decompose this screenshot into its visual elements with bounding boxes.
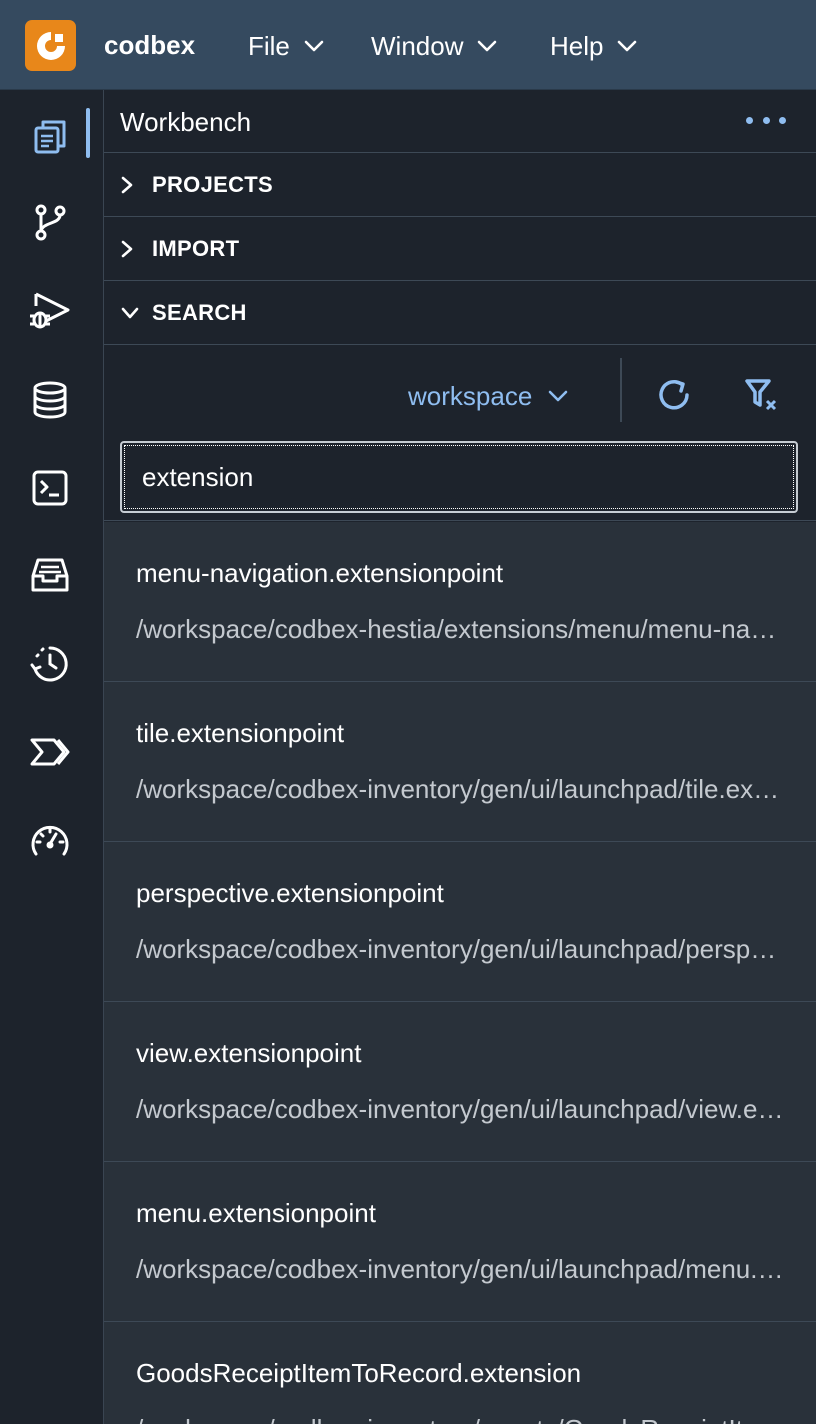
chevron-down-icon — [478, 40, 497, 52]
menu-help[interactable]: Help — [550, 30, 637, 62]
result-name: menu.extensionpoint — [136, 1198, 376, 1228]
refresh-button[interactable] — [651, 372, 697, 418]
result-name: menu-navigation.extensionpoint — [136, 558, 504, 588]
result-path: /workspace/codbex-inventory/gen/ui/launc… — [136, 1094, 784, 1124]
search-result-item[interactable]: view.extensionpoint /workspace/codbex-in… — [104, 1002, 816, 1162]
more-dot-icon — [746, 116, 753, 124]
search-scope-dropdown[interactable]: workspace — [408, 376, 568, 416]
dashboard-button[interactable] — [26, 816, 74, 864]
database-button[interactable] — [26, 376, 74, 424]
workbench-panel: Workbench PROJECTS IMPORT SEARCH workspa… — [104, 90, 816, 1424]
more-dot-icon — [762, 116, 770, 124]
panel-title: Workbench — [120, 107, 252, 137]
codbex-logo[interactable] — [25, 20, 76, 71]
search-results-list: menu-navigation.extensionpoint /workspac… — [104, 522, 816, 1424]
chevron-down-icon — [121, 307, 139, 318]
result-path: /workspace/codbex-inventory/gen/ui/launc… — [136, 1254, 784, 1284]
chevron-down-icon — [618, 40, 637, 52]
database-icon — [33, 381, 67, 419]
result-path: /workspace/codbex-inventory/events/Goods… — [136, 1414, 784, 1424]
menu-window-label: Window — [371, 30, 464, 61]
debug-icon — [30, 292, 70, 329]
history-icon — [30, 646, 68, 682]
section-projects[interactable]: PROJECTS — [104, 153, 816, 217]
result-name: GoodsReceiptItemToRecord.extension — [136, 1358, 582, 1388]
chevron-down-icon — [548, 390, 568, 402]
activity-bar — [0, 90, 104, 1424]
git-branch-icon — [35, 204, 66, 241]
more-dot-icon — [779, 116, 786, 124]
menu-window[interactable]: Window — [371, 30, 497, 62]
toolbar-divider — [620, 358, 622, 422]
dashboard-gauge-icon — [31, 825, 69, 856]
section-search[interactable]: SEARCH — [104, 281, 816, 345]
terminal-icon — [32, 470, 68, 506]
search-input[interactable] — [120, 441, 798, 513]
search-result-item[interactable]: menu-navigation.extensionpoint /workspac… — [104, 522, 816, 682]
result-name: tile.extensionpoint — [136, 718, 345, 748]
search-result-item[interactable]: menu.extensionpoint /workspace/codbex-in… — [104, 1162, 816, 1322]
result-name: view.extensionpoint — [136, 1038, 362, 1068]
inbox-button[interactable] — [26, 552, 74, 600]
section-search-label: SEARCH — [152, 299, 247, 325]
chevron-down-icon — [304, 40, 324, 52]
active-indicator — [86, 108, 90, 158]
menu-file-label: File — [248, 30, 290, 61]
result-path: /workspace/codbex-hestia/extensions/menu… — [136, 614, 784, 644]
inbox-icon — [31, 558, 69, 592]
result-path: /workspace/codbex-inventory/gen/ui/launc… — [136, 774, 784, 804]
clear-filter-button[interactable] — [738, 372, 784, 418]
debug-button[interactable] — [26, 286, 74, 334]
menu-help-label: Help — [550, 30, 604, 61]
result-name: perspective.extensionpoint — [136, 878, 444, 908]
process-icon — [30, 738, 70, 766]
brand-name[interactable]: codbex — [104, 30, 195, 61]
history-button[interactable] — [26, 640, 74, 688]
workbench-button[interactable] — [26, 112, 74, 160]
section-projects-label: PROJECTS — [152, 171, 273, 197]
section-import[interactable]: IMPORT — [104, 217, 816, 281]
search-result-item[interactable]: GoodsReceiptItemToRecord.extension /work… — [104, 1322, 816, 1424]
terminal-button[interactable] — [26, 464, 74, 512]
refresh-icon — [659, 380, 689, 410]
search-result-item[interactable]: tile.extensionpoint /workspace/codbex-in… — [104, 682, 816, 842]
process-button[interactable] — [26, 728, 74, 776]
menu-file[interactable]: File — [248, 30, 324, 62]
workbench-icon — [34, 120, 66, 154]
search-result-item[interactable]: perspective.extensionpoint /workspace/co… — [104, 842, 816, 1002]
filter-clear-icon — [745, 379, 777, 411]
result-path: /workspace/codbex-inventory/gen/ui/launc… — [136, 934, 784, 964]
search-scope-label: workspace — [408, 380, 533, 411]
chevron-right-icon — [121, 240, 133, 257]
chevron-right-icon — [121, 176, 133, 193]
section-import-label: IMPORT — [152, 235, 240, 261]
panel-header: Workbench — [104, 90, 816, 153]
git-button[interactable] — [26, 198, 74, 246]
more-options-button[interactable] — [746, 110, 786, 130]
divider — [104, 520, 816, 521]
shell-bar: codbex File Window Help — [0, 0, 816, 90]
search-toolbar: workspace — [104, 346, 816, 441]
